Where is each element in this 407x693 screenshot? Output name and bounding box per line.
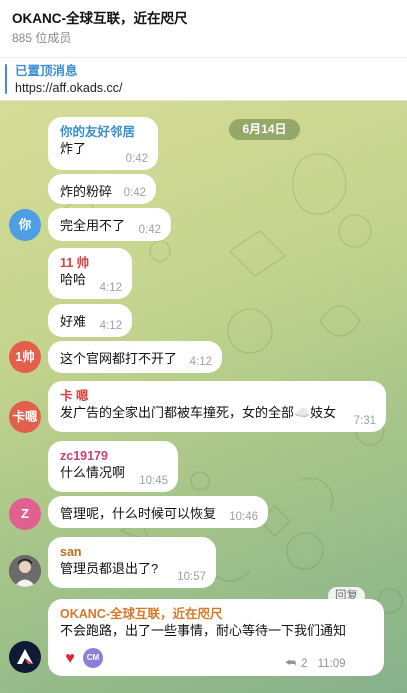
message-bubble[interactable]: zc19179 什么情况啊 10:45: [48, 441, 178, 492]
avatar[interactable]: 卡嗯: [9, 401, 41, 433]
user-photo-avatar[interactable]: [9, 555, 41, 587]
message-time: 0:42: [125, 153, 148, 165]
message-bubble[interactable]: 完全用不了 0:42: [48, 208, 171, 241]
message-time: 10:57: [177, 571, 206, 583]
heart-icon[interactable]: ♥: [60, 649, 80, 669]
sender-name[interactable]: 卡 嗯: [60, 388, 375, 404]
group-title: OKANC-全球互联，近在咫尺: [12, 11, 188, 26]
avatar[interactable]: Z: [9, 498, 41, 530]
message-time: 0:42: [123, 187, 146, 199]
reaction-avatar[interactable]: CM: [83, 648, 103, 668]
chat-area[interactable]: 6月14日 你的友好邻居 炸了 0:42 炸的粉碎 0:42 完全用不了 0:4…: [0, 101, 407, 693]
avatar[interactable]: 1帅: [9, 341, 41, 373]
message-time: 0:42: [138, 224, 161, 236]
message-text: 不会跑路，出了一些事情，耐心等待一下我们通知: [60, 623, 347, 638]
pinned-message-bar[interactable]: 已置顶消息 https://aff.okads.cc/: [0, 58, 407, 101]
message-time: 4:12: [99, 320, 122, 332]
message-bubble[interactable]: 管理呢，什么时候可以恢复 10:46: [48, 496, 268, 528]
message-text: 发广告的全家出门都被车撞死，女的全部☁️妓女: [60, 405, 337, 420]
pinned-label: 已置顶消息: [15, 64, 78, 78]
message-time: 4:12: [189, 356, 212, 368]
message-time: 10:46: [229, 511, 258, 523]
pinned-indicator: [5, 64, 7, 94]
avatar[interactable]: 你: [9, 209, 41, 241]
message-bubble[interactable]: 这个官网都打不开了 4:12: [48, 341, 222, 373]
sender-name[interactable]: 11 帅: [60, 255, 121, 271]
sender-name[interactable]: san: [60, 544, 205, 560]
message-time: 11:09: [317, 658, 346, 670]
message-meta[interactable]: ⮪ 2 11:09: [285, 656, 346, 671]
message-bubble[interactable]: 炸的粉碎 0:42: [48, 174, 156, 204]
member-count: 885 位成员: [12, 31, 72, 45]
message-bubble[interactable]: 好难 4:12: [48, 304, 132, 337]
sender-name[interactable]: 你的友好邻居: [60, 124, 147, 140]
pinned-text: https://aff.okads.cc/: [15, 81, 123, 95]
sender-name[interactable]: zc19179: [60, 448, 167, 464]
person-photo-icon: [9, 555, 41, 587]
message-bubble[interactable]: 卡 嗯 发广告的全家出门都被车撞死，女的全部☁️妓女 7:31: [48, 381, 386, 432]
message-time: 7:31: [353, 415, 376, 427]
message-bubble[interactable]: 你的友好邻居 炸了 0:42: [48, 117, 158, 170]
okanc-logo-icon: [17, 649, 33, 664]
message-bubble[interactable]: 11 帅 哈哈 4:12: [48, 248, 132, 299]
reply-arrow-icon: ⮪: [285, 656, 297, 670]
reply-count: 2: [301, 658, 308, 670]
message-bubble[interactable]: san 管理员都退出了? 10:57: [48, 537, 216, 588]
date-separator: 6月14日: [229, 119, 300, 140]
sender-name[interactable]: OKANC-全球互联，近在咫尺: [60, 606, 373, 622]
message-time: 10:45: [139, 475, 168, 487]
message-time: 4:12: [99, 282, 122, 294]
channel-avatar[interactable]: [9, 641, 41, 673]
message-text: 管理呢，什么时候可以恢复: [60, 506, 217, 521]
message-text: 这个官网都打不开了: [60, 351, 178, 366]
chat-header[interactable]: OKANC-全球互联，近在咫尺 885 位成员: [0, 0, 407, 58]
